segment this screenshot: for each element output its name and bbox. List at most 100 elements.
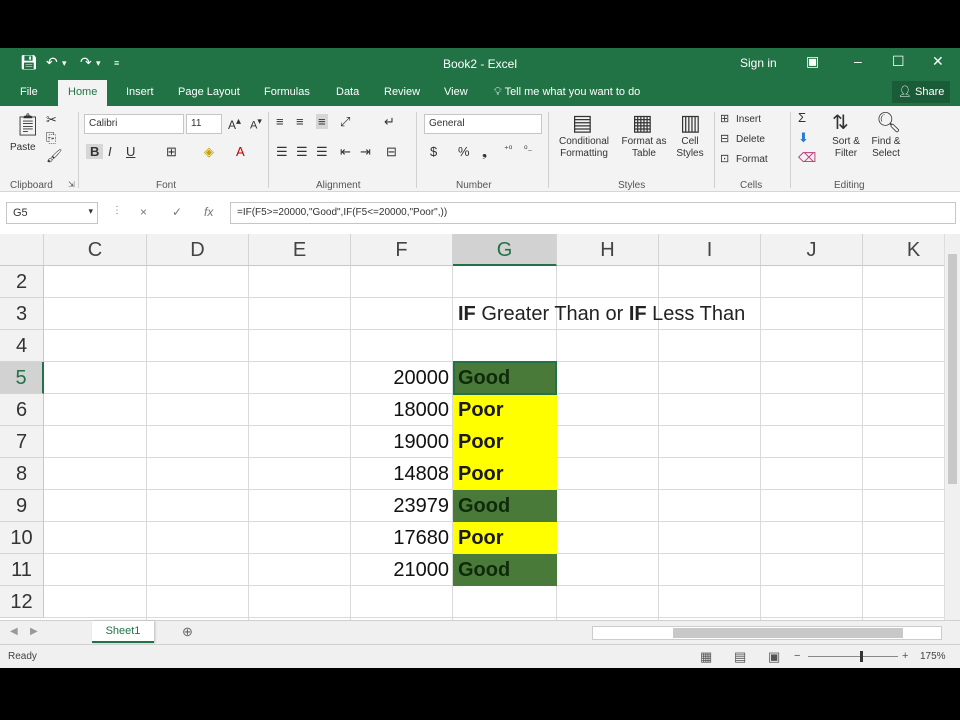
percent-icon[interactable]: %	[458, 144, 470, 159]
number-format-box[interactable]: General	[424, 114, 542, 134]
tab-home[interactable]: Home	[58, 80, 108, 106]
column-header-g[interactable]: G	[453, 234, 557, 266]
select-all-corner[interactable]	[0, 234, 44, 266]
cell-f7[interactable]: 19000	[351, 426, 453, 458]
column-header-h[interactable]: H	[557, 234, 659, 266]
row-header-7[interactable]: 7	[0, 426, 44, 458]
enter-icon[interactable]: ✓	[172, 205, 182, 219]
sign-in-link[interactable]: Sign in	[740, 56, 777, 70]
conditional-formatting-button[interactable]: Conditional Formatting	[554, 136, 614, 160]
cell-f11[interactable]: 21000	[351, 554, 453, 586]
cut-icon[interactable]: ✂	[46, 112, 57, 128]
minimize-icon[interactable]: –	[854, 53, 862, 69]
format-as-table-button[interactable]: Format as Table	[618, 136, 670, 160]
cell-f10[interactable]: 17680	[351, 522, 453, 554]
cell-g9[interactable]: Good	[453, 490, 557, 522]
scroll-right-icon[interactable]: ▶	[30, 626, 38, 637]
row-header-8[interactable]: 8	[0, 458, 44, 490]
tab-review[interactable]: Review	[384, 86, 420, 98]
find-select-button[interactable]: Find & Select	[866, 136, 906, 160]
fill-color-icon[interactable]: ◈	[204, 144, 214, 160]
align-right-icon[interactable]: ☰	[316, 144, 328, 160]
column-header-d[interactable]: D	[147, 234, 249, 266]
zoom-out-icon[interactable]: −	[794, 650, 800, 662]
tab-page-layout[interactable]: Page Layout	[178, 86, 240, 98]
fill-icon[interactable]: ⬇	[798, 130, 809, 146]
ribbon-display-icon[interactable]: ▣	[806, 53, 819, 70]
autosum-icon[interactable]: Σ	[798, 110, 806, 125]
font-color-icon[interactable]: A	[236, 144, 245, 159]
format-painter-icon[interactable]: 🖌︎	[46, 148, 63, 164]
cell-f9[interactable]: 23979	[351, 490, 453, 522]
formula-input[interactable]: =IF(F5>=20000,"Good",IF(F5<=20000,"Poor"…	[230, 202, 956, 224]
format-cells-icon[interactable]: ⊡	[720, 152, 729, 165]
tab-data[interactable]: Data	[336, 86, 359, 98]
format-cells-button[interactable]: Format	[736, 154, 768, 166]
tab-view[interactable]: View	[444, 86, 468, 98]
sort-filter-icon[interactable]: ⇅	[832, 110, 849, 135]
cell-g6[interactable]: Poor	[453, 394, 557, 426]
insert-cells-icon[interactable]: ⊞	[720, 112, 729, 125]
row-header-2[interactable]: 2	[0, 266, 44, 298]
zoom-slider[interactable]	[808, 651, 898, 662]
tab-file[interactable]: File	[20, 86, 38, 98]
row-header-3[interactable]: 3	[0, 298, 44, 330]
merge-center-icon[interactable]: ⊟	[386, 144, 397, 160]
zoom-level[interactable]: 175%	[920, 651, 946, 662]
cell-f6[interactable]: 18000	[351, 394, 453, 426]
bottom-align-icon[interactable]: ≡	[316, 114, 328, 129]
tell-me-box[interactable]: 💡︎ Tell me what you want to do	[494, 86, 640, 99]
row-header-6[interactable]: 6	[0, 394, 44, 426]
scroll-left-icon[interactable]: ◀	[10, 626, 18, 637]
close-icon[interactable]: ✕	[932, 53, 944, 70]
column-header-f[interactable]: F	[351, 234, 453, 266]
sheet-heading[interactable]: IF Greater Than or IF Less Than	[458, 298, 745, 330]
borders-icon[interactable]: ⊞	[166, 144, 177, 160]
row-header-12[interactable]: 12	[0, 586, 44, 618]
format-as-table-icon[interactable]: ▦	[632, 110, 653, 136]
find-select-icon[interactable]: 🔍︎	[876, 110, 901, 135]
row-header-11[interactable]: 11	[0, 554, 44, 586]
currency-icon[interactable]: $	[430, 144, 437, 159]
add-sheet-icon[interactable]: ⊕	[182, 624, 193, 640]
decrease-decimal-icon[interactable]: ⁰₋	[524, 144, 532, 155]
top-align-icon[interactable]: ≡	[276, 114, 284, 129]
tab-insert[interactable]: Insert	[126, 86, 154, 98]
row-header-5[interactable]: 5	[0, 362, 44, 394]
delete-cells-button[interactable]: Delete	[736, 134, 765, 146]
zoom-slider-knob[interactable]	[860, 651, 863, 662]
horizontal-scrollbar[interactable]	[592, 626, 942, 640]
column-header-c[interactable]: C	[44, 234, 147, 266]
cell-g10[interactable]: Poor	[453, 522, 557, 554]
row-header-10[interactable]: 10	[0, 522, 44, 554]
grow-font-icon[interactable]: A▴	[228, 116, 241, 132]
font-name-box[interactable]: Calibri	[84, 114, 184, 134]
vertical-scrollbar[interactable]	[944, 234, 960, 620]
scroll-thumb[interactable]	[948, 254, 957, 484]
middle-align-icon[interactable]: ≡	[296, 114, 304, 129]
underline-icon[interactable]: U	[126, 144, 135, 159]
decrease-indent-icon[interactable]: ⇤	[340, 144, 351, 160]
row-header-4[interactable]: 4	[0, 330, 44, 362]
clear-icon[interactable]: ⌫	[798, 150, 816, 166]
scroll-thumb[interactable]	[673, 628, 903, 638]
increase-decimal-icon[interactable]: ⁺⁰	[504, 144, 512, 155]
comma-style-icon[interactable]: ❟	[482, 144, 487, 160]
sort-filter-button[interactable]: Sort & Filter	[826, 136, 866, 160]
column-header-i[interactable]: I	[659, 234, 761, 266]
shrink-font-icon[interactable]: A▾	[250, 116, 262, 132]
zoom-in-icon[interactable]: +	[902, 650, 908, 662]
maximize-icon[interactable]: ☐	[892, 53, 905, 70]
cell-styles-icon[interactable]: ▥	[680, 110, 701, 136]
bold-icon[interactable]: B	[86, 144, 104, 159]
clipboard-launcher-icon[interactable]: ⇲	[68, 180, 75, 189]
worksheet-grid[interactable]: CDEFGHIJK 2 3 4 5 6 7 8 9 10 11 12 IF Greater Than…	[0, 234, 944, 620]
normal-view-icon[interactable]: ▦	[700, 649, 712, 665]
insert-function-icon[interactable]: fx	[204, 205, 213, 219]
cancel-icon[interactable]: ×	[140, 205, 147, 219]
paste-button[interactable]: Paste	[10, 142, 36, 154]
increase-indent-icon[interactable]: ⇥	[360, 144, 371, 160]
row-header-9[interactable]: 9	[0, 490, 44, 522]
italic-icon[interactable]: I	[108, 144, 112, 159]
page-layout-view-icon[interactable]: ▤	[734, 649, 746, 665]
